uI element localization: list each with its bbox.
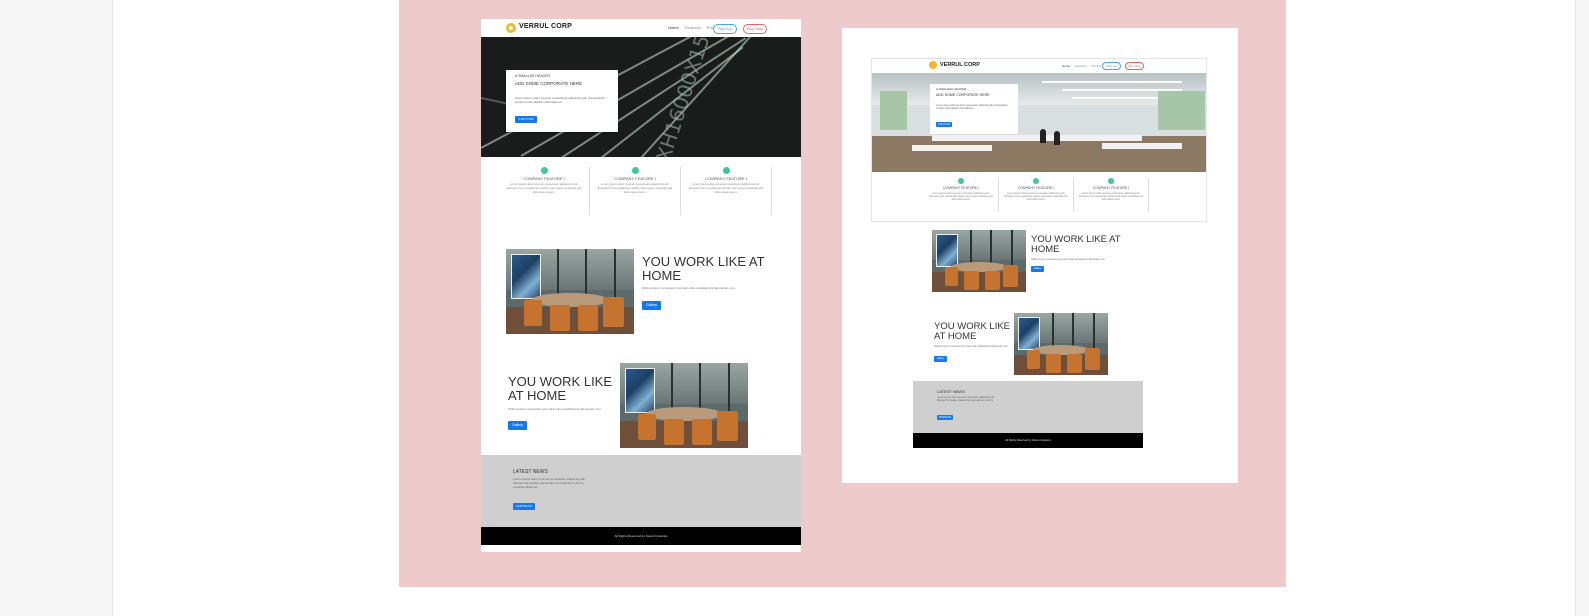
features-section: COMPANY FEATURE I Lorem ipsum dolor sit … bbox=[872, 172, 1206, 220]
news-title: LATEST NEWS bbox=[513, 469, 548, 475]
feature-dot-icon bbox=[540, 167, 548, 174]
nav-home-link[interactable]: Home bbox=[1062, 64, 1070, 68]
work-title: YOU WORK LIKE AT HOME bbox=[508, 374, 613, 403]
news-body: Lorem ipsum dolor sit amet consectetur a… bbox=[937, 396, 995, 403]
nav-features-link[interactable]: Features bbox=[685, 25, 701, 30]
office-photo bbox=[1014, 313, 1108, 375]
office-photo bbox=[506, 249, 634, 334]
feature-desc: Lorem ipsum dolor sit amet consectetur a… bbox=[688, 182, 764, 194]
feature-card: COMPANY FEATURE I Lorem ipsum dolor sit … bbox=[499, 167, 590, 215]
blog-button[interactable]: OUR BLOG bbox=[937, 415, 953, 420]
gallery-button[interactable]: Gallery bbox=[508, 421, 527, 430]
footer: All Rights Reserved by Delos Dynamics bbox=[481, 527, 801, 545]
navbar: VERRUL CORP Home Features Pricing Sign U… bbox=[872, 59, 1206, 73]
feature-title: COMPANY FEATURE I bbox=[1017, 186, 1055, 190]
hero-button[interactable]: A BUTTON bbox=[936, 122, 952, 127]
work-title: YOU WORK LIKE AT HOME bbox=[642, 254, 765, 283]
hero-card: A SMALLER HEADER ADD SOME CORPORATE HERE… bbox=[930, 84, 1018, 134]
feature-desc: Lorem ipsum dolor sit amet consectetur a… bbox=[929, 192, 993, 202]
work-title: YOU WORK LIKE AT HOME bbox=[1031, 234, 1121, 255]
gallery-button[interactable]: Gallery bbox=[1031, 266, 1044, 272]
feature-dot-icon bbox=[1033, 178, 1039, 184]
feature-title: COMPANY FEATURE I bbox=[1092, 186, 1130, 190]
feature-card: COMPANY FEATURE I Lorem ipsum dolor sit … bbox=[999, 178, 1074, 212]
signup-button[interactable]: Sign Up bbox=[1102, 62, 1121, 70]
brand-name: VERRUL CORP bbox=[519, 23, 573, 30]
brand-name: VERRUL CORP bbox=[940, 62, 980, 68]
footer: All Rights Reserved by Delos Dynamics bbox=[913, 433, 1143, 448]
feature-card: COMPANY FEATURE I Lorem ipsum dolor sit … bbox=[681, 167, 772, 215]
gallery-button[interactable]: Gallery bbox=[642, 301, 661, 310]
hero-body: Lorem ipsum dolor sit amet consectetur a… bbox=[515, 96, 606, 104]
buy-now-button[interactable]: Buy Now bbox=[743, 24, 767, 34]
work-desc: Nihilo tempor consectetur sint velit nul… bbox=[508, 407, 602, 411]
hero-body: Lorem ipsum dolor sit amet consectetur a… bbox=[936, 104, 1008, 111]
logo-icon bbox=[929, 61, 937, 69]
signup-button[interactable]: Sign Up bbox=[713, 24, 737, 34]
desktop-mockup: VERRUL CORP Home Features Pricing Sign U… bbox=[481, 19, 801, 552]
features-section: COMPANY FEATURE I Lorem ipsum dolor sit … bbox=[481, 157, 801, 217]
buy-now-button[interactable]: Buy Now bbox=[1125, 62, 1144, 70]
hero-image: A SMALLER HEADER ADD SOME CORPORATE HERE… bbox=[872, 73, 1206, 172]
office-photo bbox=[620, 363, 748, 448]
work-desc: Nihilo tempor consectetur sint velit nul… bbox=[1031, 258, 1106, 261]
work-desc: Nihilo tempor consectetur sint velit nul… bbox=[642, 286, 736, 290]
feature-title: COMPANY FEATURE I bbox=[942, 186, 980, 190]
logo-icon bbox=[506, 23, 516, 33]
feature-card: COMPANY FEATURE I Lorem ipsum dolor sit … bbox=[590, 167, 681, 215]
nav-links: Home Features Pricing bbox=[1062, 64, 1105, 68]
feature-dot-icon bbox=[722, 167, 730, 174]
navbar: VERRUL CORP Home Features Pricing Sign U… bbox=[481, 19, 801, 37]
feature-desc: Lorem ipsum dolor sit amet consectetur a… bbox=[597, 182, 673, 194]
hero-corporate-line: ADD SOME CORPORATE HERE bbox=[515, 81, 583, 86]
office-photo bbox=[932, 230, 1026, 292]
feature-desc: Lorem ipsum dolor sit amet consectetur a… bbox=[1079, 192, 1143, 202]
hero-button[interactable]: A BUTTON bbox=[515, 116, 537, 123]
hero-card: A SMALLER HEADER ADD SOME CORPORATE HERE… bbox=[506, 70, 618, 132]
nav-pricing-link[interactable]: Pricing bbox=[1092, 64, 1101, 68]
news-title: LATEST NEWS bbox=[937, 389, 965, 394]
news-section: LATEST NEWS Lorem ipsum dolor sit amet c… bbox=[913, 381, 1143, 433]
feature-title: COMPANY FEATURE I bbox=[705, 176, 747, 181]
feature-dot-icon bbox=[958, 178, 964, 184]
work-title: YOU WORK LIKE AT HOME bbox=[934, 321, 1011, 342]
feature-card: COMPANY FEATURE I Lorem ipsum dolor sit … bbox=[1074, 178, 1149, 212]
hero-small-header: A SMALLER HEADER bbox=[515, 74, 551, 78]
tablet-mockup: VERRUL CORP Home Features Pricing Sign U… bbox=[871, 58, 1207, 222]
feature-desc: Lorem ipsum dolor sit amet consectetur a… bbox=[506, 182, 582, 194]
feature-title: COMPANY FEATURE I bbox=[614, 176, 656, 181]
feature-dot-icon bbox=[1108, 178, 1114, 184]
gallery-button[interactable]: Gallery bbox=[934, 356, 947, 362]
feature-title: COMPANY FEATURE I bbox=[523, 176, 565, 181]
nav-home-link[interactable]: Home bbox=[668, 25, 679, 30]
blog-button[interactable]: OUR BLOG bbox=[513, 503, 535, 510]
news-section: LATEST NEWS Lorem ipsum dolor sit amet c… bbox=[481, 455, 801, 527]
work-desc: Nihilo tempor consectetur sint velit nul… bbox=[934, 345, 1009, 348]
hero-image-text: XH16000X150 bbox=[651, 37, 719, 157]
hero-small-header: A SMALLER HEADER bbox=[936, 87, 967, 91]
feature-dot-icon bbox=[631, 167, 639, 174]
nav-features-link[interactable]: Features bbox=[1075, 64, 1087, 68]
hero-corporate-line: ADD SOME CORPORATE HERE bbox=[936, 93, 990, 97]
hero-image: XH16000X150 A SMALLER HEADER ADD SOME CO… bbox=[481, 37, 801, 157]
feature-card: COMPANY FEATURE I Lorem ipsum dolor sit … bbox=[924, 178, 999, 212]
feature-desc: Lorem ipsum dolor sit amet consectetur a… bbox=[1004, 192, 1068, 202]
news-body: Lorem ipsum dolor sit amet consectetur a… bbox=[513, 477, 586, 489]
